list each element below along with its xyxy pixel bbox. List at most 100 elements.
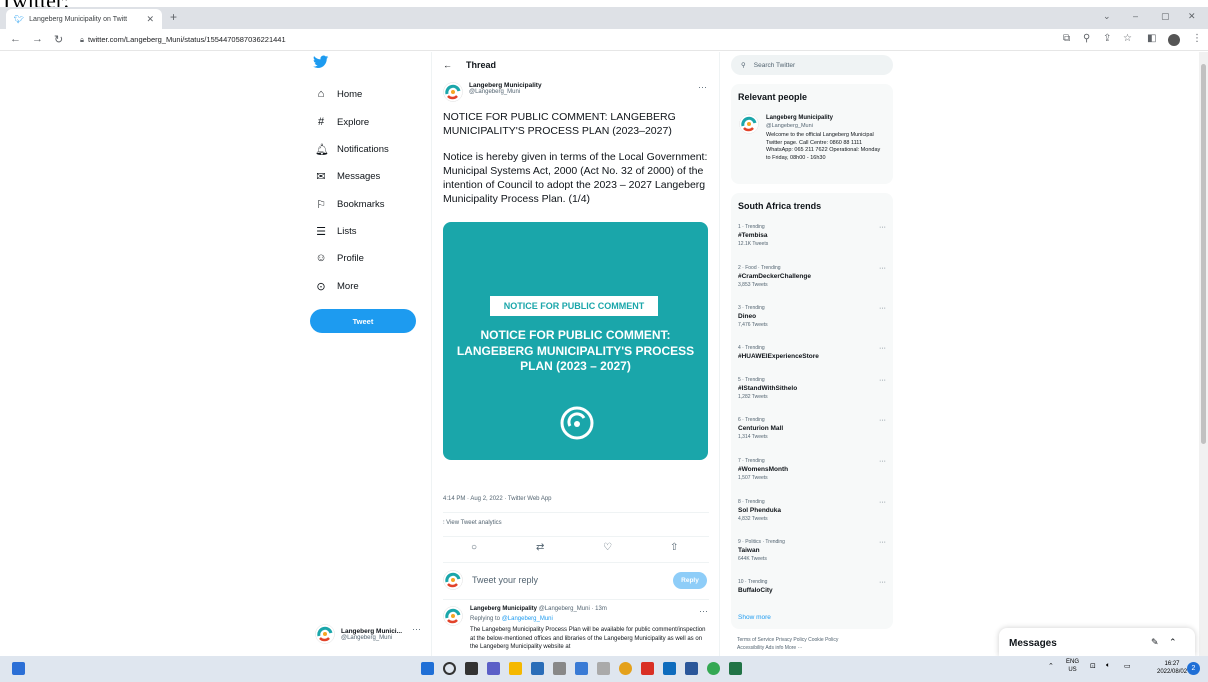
trend-item[interactable]: 6 · Trending Centurion Mall 1,314 Tweets ··… bbox=[738, 417, 886, 440]
word-icon[interactable] bbox=[685, 662, 698, 675]
reply-author-name[interactable]: Langeberg Municipality bbox=[470, 606, 537, 612]
close-tab-icon[interactable]: ✕ bbox=[146, 14, 154, 25]
trend-item[interactable]: 4 · Trending #HUAWEIExperienceStore ··· bbox=[738, 345, 886, 362]
trend-more-icon[interactable]: ··· bbox=[879, 305, 886, 312]
clock[interactable]: 16:27 2022/08/02 bbox=[1157, 660, 1187, 676]
nav-explore[interactable]: # Explore bbox=[315, 116, 369, 128]
tweet-more-icon[interactable]: ··· bbox=[698, 82, 707, 92]
chrome-alt-icon[interactable] bbox=[707, 662, 720, 675]
trend-more-icon[interactable]: ··· bbox=[879, 499, 886, 506]
relevant-avatar[interactable] bbox=[739, 114, 759, 134]
reply-icon[interactable]: ○ bbox=[471, 542, 477, 553]
outlook-icon[interactable] bbox=[663, 662, 676, 675]
trend-more-icon[interactable]: ··· bbox=[879, 458, 886, 465]
back-arrow-icon[interactable]: ← bbox=[443, 60, 452, 70]
file-explorer-icon[interactable] bbox=[509, 662, 522, 675]
trend-item[interactable]: 3 · Trending Dineo 7,476 Tweets ··· bbox=[738, 305, 886, 328]
sidepanel-icon[interactable]: ◧ bbox=[1147, 33, 1156, 44]
trend-more-icon[interactable]: ··· bbox=[879, 417, 886, 424]
tab-search-icon[interactable]: ⌄ bbox=[1103, 11, 1111, 22]
tweet-media-image[interactable]: NOTICE FOR PUBLIC COMMENT NOTICE FOR PUB… bbox=[443, 222, 708, 460]
page-scrollbar[interactable] bbox=[1199, 52, 1208, 656]
trend-item[interactable]: 7 · Trending #WomensMonth 1,507 Tweets ··· bbox=[738, 458, 886, 481]
menu-kebab-icon[interactable]: ⋮ bbox=[1192, 33, 1202, 44]
trend-more-icon[interactable]: ··· bbox=[879, 345, 886, 352]
trend-more-icon[interactable]: ··· bbox=[879, 579, 886, 586]
tweet-author[interactable]: Langeberg Municipality @Langeberg_Muni bbox=[443, 82, 542, 102]
trend-more-icon[interactable]: ··· bbox=[879, 224, 886, 231]
footer-line-1[interactable]: Terms of Service Privacy Policy Cookie P… bbox=[737, 636, 887, 644]
trend-more-icon[interactable]: ··· bbox=[879, 377, 886, 384]
volume-icon[interactable]: 🔈︎ bbox=[1106, 662, 1110, 670]
minimize-button[interactable]: – bbox=[1133, 11, 1138, 21]
account-more-icon[interactable]: ··· bbox=[412, 624, 421, 634]
back-icon[interactable]: ← bbox=[10, 33, 21, 45]
nav-notifications[interactable]: 🔔︎ Notifications bbox=[315, 143, 389, 156]
expand-icon[interactable]: ⌃ bbox=[1169, 637, 1177, 648]
footer-line-2[interactable]: Accessibility Ads info More ··· bbox=[737, 644, 887, 652]
author-name[interactable]: Langeberg Municipality bbox=[469, 82, 542, 89]
excel-icon[interactable] bbox=[729, 662, 742, 675]
reply-button[interactable]: Reply bbox=[673, 572, 707, 589]
show-more-link[interactable]: Show more bbox=[738, 614, 771, 621]
install-icon[interactable]: ⧉ bbox=[1063, 33, 1070, 44]
retweet-icon[interactable]: ⇄ bbox=[536, 542, 544, 553]
reload-icon[interactable]: ↻ bbox=[54, 33, 63, 46]
nav-messages[interactable]: ✉ Messages bbox=[315, 170, 380, 183]
tweet-button[interactable]: Tweet bbox=[310, 309, 416, 333]
settings-icon[interactable] bbox=[553, 662, 566, 675]
restore-button[interactable]: ▢ bbox=[1161, 11, 1170, 22]
acrobat-icon[interactable] bbox=[641, 662, 654, 675]
task-view-icon[interactable] bbox=[12, 662, 25, 675]
store-icon[interactable] bbox=[531, 662, 544, 675]
url-field[interactable]: 🔒︎ twitter.com/Langeberg_Muni/status/1554… bbox=[80, 35, 286, 45]
browser-tab[interactable]: 🐦︎ Langeberg Municipality on Twitt ✕ bbox=[6, 9, 162, 29]
battery-icon[interactable]: ▭ bbox=[1124, 662, 1131, 670]
bookmark-star-icon[interactable]: ☆ bbox=[1123, 33, 1132, 44]
network-icon[interactable]: ⊡ bbox=[1090, 662, 1096, 670]
teams-icon[interactable] bbox=[487, 662, 500, 675]
close-window-button[interactable]: ✕ bbox=[1188, 11, 1196, 22]
notification-badge[interactable]: 2 bbox=[1187, 662, 1200, 675]
profile-avatar-icon[interactable] bbox=[1168, 34, 1180, 46]
author-handle[interactable]: @Langeberg_Muni bbox=[469, 89, 542, 95]
trend-more-icon[interactable]: ··· bbox=[879, 265, 886, 272]
reply-input[interactable]: Tweet your reply bbox=[472, 575, 538, 585]
snipping-icon[interactable] bbox=[575, 662, 588, 675]
reply-tweet[interactable]: Langeberg Municipality @Langeberg_Muni ·… bbox=[443, 606, 709, 650]
forward-icon[interactable]: → bbox=[32, 33, 43, 45]
zoom-icon[interactable]: ⚲ bbox=[1083, 33, 1090, 44]
account-switcher[interactable]: Langeberg Munici... @Langeberg_Muni ··· bbox=[315, 624, 421, 644]
start-icon[interactable] bbox=[421, 662, 434, 675]
trend-item[interactable]: 8 · Trending Sol Phenduka 4,832 Tweets ··· bbox=[738, 499, 886, 522]
reply-more-icon[interactable]: ··· bbox=[699, 606, 708, 616]
search-input[interactable]: ⚲ Search Twitter bbox=[731, 55, 893, 75]
share-tweet-icon[interactable]: ⇧ bbox=[670, 542, 678, 553]
replying-to-link[interactable]: @Langeberg_Muni bbox=[502, 616, 553, 622]
reply-author-avatar[interactable] bbox=[443, 606, 463, 626]
twitter-logo-icon[interactable] bbox=[313, 55, 329, 69]
like-icon[interactable]: ♡ bbox=[603, 542, 612, 553]
view-analytics-link[interactable]: ⫶ View Tweet analytics bbox=[443, 520, 502, 527]
trend-item[interactable]: 2 · Food · Trending #CramDeckerChallenge 3… bbox=[738, 265, 886, 288]
tray-chevron-icon[interactable]: ⌃ bbox=[1048, 662, 1054, 670]
search-taskbar-icon[interactable] bbox=[443, 662, 456, 675]
trend-item[interactable]: 10 · Trending BuffaloCity ··· bbox=[738, 579, 886, 596]
nav-profile[interactable]: ☺ Profile bbox=[315, 252, 364, 264]
tweet-timestamp[interactable]: 4:14 PM · Aug 2, 2022 · Twitter Web App bbox=[443, 496, 552, 502]
new-message-icon[interactable]: ✎ bbox=[1151, 637, 1159, 648]
trend-item[interactable]: 9 · Politics · Trending Taiwan 644K Tweets… bbox=[738, 539, 886, 562]
relevant-name[interactable]: Langeberg Municipality bbox=[766, 115, 833, 121]
footer-links[interactable]: Terms of Service Privacy Policy Cookie P… bbox=[737, 636, 887, 652]
share-icon[interactable]: ⇪ bbox=[1103, 33, 1111, 44]
trend-item[interactable]: 5 · Trending #IStandWithSithelo 1,282 Twee… bbox=[738, 377, 886, 400]
reply-composer[interactable]: Tweet your reply bbox=[443, 570, 709, 590]
nav-more[interactable]: ⊙ More bbox=[315, 280, 358, 293]
app-icon[interactable] bbox=[597, 662, 610, 675]
nav-lists[interactable]: ☰ Lists bbox=[315, 225, 356, 238]
nav-home[interactable]: ⌂ Home bbox=[315, 88, 363, 100]
messages-drawer[interactable]: Messages ✎ ⌃ bbox=[999, 628, 1195, 656]
relevant-handle[interactable]: @Langeberg_Muni bbox=[766, 123, 813, 129]
new-tab-button[interactable]: + bbox=[170, 10, 177, 24]
language-indicator[interactable]: ENG US bbox=[1066, 658, 1079, 674]
